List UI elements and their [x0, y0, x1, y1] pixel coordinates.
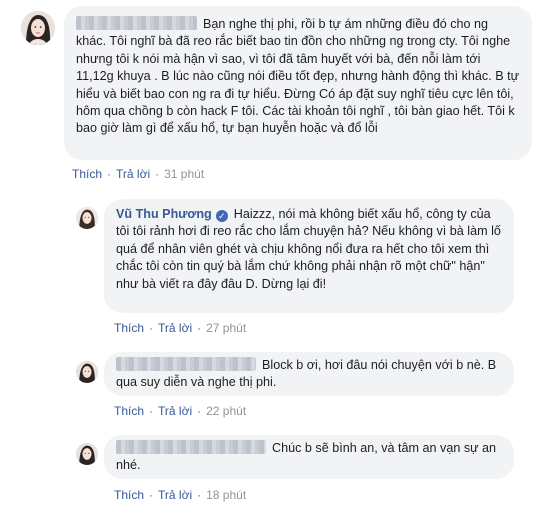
comment-author[interactable]: Vũ Thu Phương: [116, 207, 212, 221]
avatar[interactable]: [21, 11, 55, 45]
redacted-name: [116, 357, 256, 371]
redacted-name: [116, 440, 266, 454]
comment-actions: Thích · Trả lời · 31 phút: [72, 167, 205, 181]
redacted-name: [76, 16, 197, 30]
comment-time[interactable]: 22 phút: [206, 404, 246, 418]
comment-time[interactable]: 18 phút: [206, 488, 246, 502]
like-button[interactable]: Thích: [114, 404, 144, 418]
reply-button[interactable]: Trả lời: [158, 321, 192, 335]
reply-button[interactable]: Trả lời: [158, 488, 192, 502]
comment-text: Bạn nghe thị phi, rồi b tự ám những điều…: [76, 17, 520, 136]
comment-actions: Thích · Trả lời · 27 phút: [114, 321, 247, 335]
female-avatar-icon: [76, 207, 98, 229]
comment-time[interactable]: 31 phút: [164, 167, 204, 181]
like-button[interactable]: Thích: [114, 321, 144, 335]
reply-button[interactable]: Trả lời: [158, 404, 192, 418]
reply-bubble: Vũ Thu Phương ✓ Haizzz, nói mà không biết …: [104, 199, 514, 313]
like-button[interactable]: Thích: [114, 488, 144, 502]
reply-button[interactable]: Trả lời: [116, 167, 150, 181]
comment-actions: Thích · Trả lời · 22 phút: [114, 404, 247, 418]
comment-time[interactable]: 27 phút: [206, 321, 246, 335]
like-button[interactable]: Thích: [72, 167, 102, 181]
female-avatar-icon: [21, 11, 55, 45]
reply-bubble: Block b ơi, hơi đâu nói chuyện với b nè.…: [104, 352, 514, 396]
female-avatar-icon: [76, 361, 98, 383]
comment-bubble: Bạn nghe thị phi, rồi b tự ám những điều…: [64, 6, 532, 160]
comment-actions: Thích · Trả lời · 18 phút: [114, 488, 247, 502]
avatar[interactable]: [76, 443, 98, 465]
reply-bubble: Chúc b sẽ bình an, và tâm an vạn sự an n…: [104, 435, 514, 479]
verified-badge-icon: ✓: [215, 210, 228, 222]
female-avatar-icon: [76, 443, 98, 465]
avatar[interactable]: [76, 361, 98, 383]
avatar[interactable]: [76, 207, 98, 229]
